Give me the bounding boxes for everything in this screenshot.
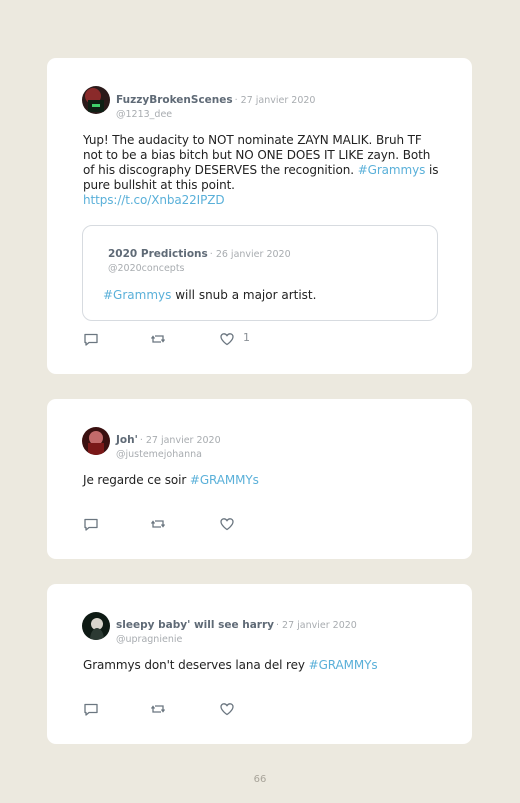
tweet-actions: 1 xyxy=(83,331,283,347)
reply-icon[interactable] xyxy=(83,516,99,532)
author-name[interactable]: sleepy baby' will see harry xyxy=(116,619,274,631)
quoted-handle: @2020concepts xyxy=(108,263,185,274)
heart-icon[interactable] xyxy=(219,701,235,717)
retweet-icon[interactable] xyxy=(150,701,166,717)
tweet-header: FuzzyBrokenScenes · 27 janvier 2020 @1213… xyxy=(116,88,452,120)
tweet-date[interactable]: · 27 janvier 2020 xyxy=(140,435,221,446)
hashtag-link[interactable]: #GRAMMYs xyxy=(190,473,259,487)
avatar[interactable] xyxy=(82,427,110,455)
tweet-url-link[interactable]: https://t.co/Xnba22IPZD xyxy=(83,193,225,207)
tweet-text: Grammys don't deserves lana del rey #GRA… xyxy=(83,658,442,673)
author-handle[interactable]: @justemejohanna xyxy=(116,449,452,460)
avatar[interactable] xyxy=(82,612,110,640)
reply-icon[interactable] xyxy=(83,331,99,347)
retweet-icon[interactable] xyxy=(150,331,166,347)
tweet-text: Je regarde ce soir #GRAMMYs xyxy=(83,473,442,488)
tweet-body: Grammys don't deserves lana del rey xyxy=(83,658,309,672)
hashtag-link[interactable]: #Grammys xyxy=(103,288,171,302)
tweet-date[interactable]: · 27 janvier 2020 xyxy=(276,620,357,631)
author-name[interactable]: Joh' xyxy=(116,434,138,446)
tweet-header: Joh' · 27 janvier 2020 @justemejohanna xyxy=(116,428,452,460)
quoted-text: #Grammys will snub a major artist. xyxy=(103,288,316,302)
hashtag-link[interactable]: #Grammys xyxy=(358,163,426,177)
heart-icon[interactable] xyxy=(219,516,235,532)
avatar[interactable] xyxy=(82,86,110,114)
tweet-card: FuzzyBrokenScenes · 27 janvier 2020 @1213… xyxy=(47,58,472,374)
tweet-text: Yup! The audacity to NOT nominate ZAYN M… xyxy=(83,133,442,208)
hashtag-link[interactable]: #GRAMMYs xyxy=(309,658,378,672)
tweet-actions xyxy=(83,516,283,532)
quoted-author-name: 2020 Predictions xyxy=(108,248,208,260)
quoted-body: will snub a major artist. xyxy=(171,288,317,302)
author-handle[interactable]: @upragnienie xyxy=(116,634,452,645)
quoted-tweet[interactable]: 2020 Predictions · 26 janvier 2020 @2020c… xyxy=(82,225,438,321)
tweet-actions xyxy=(83,701,283,717)
tweet-body: Je regarde ce soir xyxy=(83,473,190,487)
quoted-date: · 26 janvier 2020 xyxy=(209,249,291,260)
retweet-icon[interactable] xyxy=(150,516,166,532)
page-number: 66 xyxy=(253,774,267,785)
tweet-card: sleepy baby' will see harry · 27 janvier … xyxy=(47,584,472,744)
tweet-header: sleepy baby' will see harry · 27 janvier … xyxy=(116,613,452,645)
heart-icon[interactable] xyxy=(219,331,235,347)
tweet-date[interactable]: · 27 janvier 2020 xyxy=(235,95,316,106)
like-count: 1 xyxy=(243,331,250,344)
author-name[interactable]: FuzzyBrokenScenes xyxy=(116,94,233,106)
author-handle[interactable]: @1213_dee xyxy=(116,109,452,120)
reply-icon[interactable] xyxy=(83,701,99,717)
tweet-card: Joh' · 27 janvier 2020 @justemejohanna Je… xyxy=(47,399,472,559)
quoted-header: 2020 Predictions · 26 janvier 2020 @2020c… xyxy=(108,242,291,274)
